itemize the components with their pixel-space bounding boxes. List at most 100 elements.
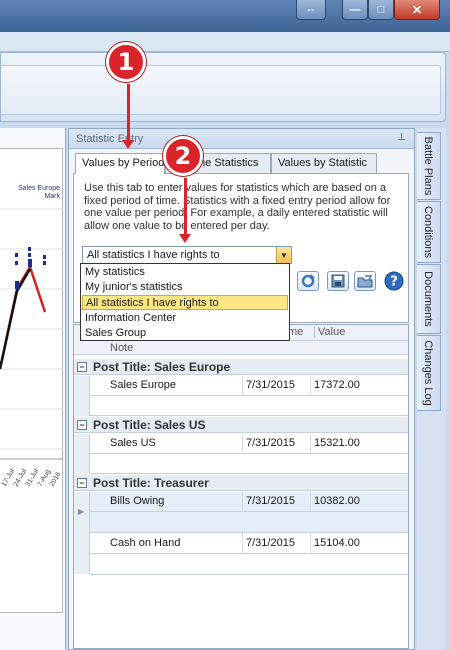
- chart-area: Sales Europe Mark 17-Jul 24-Jul 31-Jul 7: [0, 148, 63, 613]
- select-value: All statistics I have rights to: [87, 249, 220, 261]
- tab-values-by-statistic[interactable]: Values by Statistic: [271, 153, 377, 173]
- row-divider: [90, 532, 408, 533]
- callout-1: 1: [106, 42, 146, 82]
- tab-values-by-period[interactable]: Values by Period: [75, 153, 165, 174]
- chart-point: [43, 261, 46, 265]
- column-divider: [310, 492, 311, 512]
- callout-1-line: [127, 84, 130, 140]
- cell-date: 7/31/2015: [246, 537, 295, 549]
- option-my-statistics[interactable]: My statistics: [82, 265, 288, 280]
- resize-arrows-button[interactable]: ⇔: [296, 0, 326, 20]
- callout-2-arrow: [179, 234, 191, 243]
- chart-point: [28, 247, 31, 251]
- column-divider: [310, 376, 311, 396]
- row-divider: [90, 473, 408, 474]
- cell-statistic: Cash on Hand: [110, 537, 181, 549]
- chart-panel: Sales Europe Mark 17-Jul 24-Jul 31-Jul 7: [0, 128, 66, 650]
- chart-point: [28, 259, 32, 267]
- row-divider: [90, 553, 408, 554]
- ribbon-tab-strip: [0, 32, 450, 52]
- callout-2: 2: [163, 136, 203, 176]
- column-divider: [242, 434, 243, 454]
- cell-value[interactable]: 10382.00: [314, 495, 360, 507]
- collapse-icon[interactable]: −: [77, 420, 87, 430]
- group-header[interactable]: − Post Title: Sales Europe: [74, 359, 408, 375]
- row-divider: [90, 453, 408, 454]
- group-header[interactable]: − Post Title: Treasurer: [74, 475, 408, 491]
- column-header-value[interactable]: Value: [314, 326, 345, 338]
- save-icon: [331, 274, 345, 288]
- save-button[interactable]: [327, 271, 349, 291]
- chart-point: [28, 253, 31, 257]
- vtab-label: Changes Log: [422, 340, 434, 406]
- right-side-tabs: Battle Plans Conditions Documents Change…: [417, 128, 446, 650]
- row-divider: [90, 415, 408, 416]
- statistics-filter-select[interactable]: All statistics I have rights to ▼: [82, 246, 292, 264]
- option-juniors-statistics[interactable]: My junior's statistics: [82, 280, 288, 295]
- option-all-statistics[interactable]: All statistics I have rights to: [82, 295, 288, 310]
- vtab-changes-log[interactable]: Changes Log: [417, 335, 441, 411]
- panel-header: Statistic Entry ⊥: [69, 129, 414, 149]
- minimize-button[interactable]: —: [342, 0, 368, 20]
- vtab-conditions[interactable]: Conditions: [417, 201, 441, 263]
- values-grid: me Value Note − Post Title: Sales Europe…: [73, 324, 409, 649]
- chart-point: [15, 261, 18, 265]
- maximize-button[interactable]: □: [368, 0, 394, 20]
- chart-point: [15, 253, 18, 257]
- statistics-filter-dropdown: My statistics My junior's statistics All…: [80, 263, 290, 341]
- close-button[interactable]: ✕: [394, 0, 440, 20]
- column-divider: [242, 492, 243, 512]
- vtab-battle-plans[interactable]: Battle Plans: [417, 132, 441, 200]
- collapse-icon[interactable]: −: [77, 478, 87, 488]
- title-bar: ⇔ — □ ✕: [0, 0, 450, 32]
- group-title: Post Title: Treasurer: [93, 476, 209, 490]
- column-divider: [242, 376, 243, 396]
- help-icon: ?: [384, 271, 404, 291]
- vtab-label: Documents: [422, 271, 434, 327]
- folder-icon: [357, 275, 373, 288]
- row-selector[interactable]: [74, 434, 90, 474]
- column-divider: [310, 533, 311, 553]
- option-sales-group[interactable]: Sales Group: [82, 326, 288, 341]
- ribbon: [0, 52, 446, 122]
- chart-point: [15, 281, 19, 289]
- current-row-arrow-icon: ▶: [78, 507, 85, 516]
- column-header-note[interactable]: Note: [110, 342, 133, 354]
- refresh-icon: [301, 274, 315, 288]
- row-selector[interactable]: [74, 492, 90, 574]
- statistic-entry-panel: Statistic Entry ⊥ Values by Period me St…: [68, 128, 415, 650]
- chart-plot: 17-Jul 24-Jul 31-Jul 7-Aug 2016: [0, 208, 63, 488]
- cell-statistic: Bills Owing: [110, 495, 165, 507]
- option-information-center[interactable]: Information Center: [82, 311, 288, 326]
- chart-point: [43, 255, 46, 259]
- cell-statistic: Sales US: [110, 437, 156, 449]
- chevron-down-icon[interactable]: ▼: [276, 247, 291, 263]
- refresh-button[interactable]: [297, 271, 319, 291]
- tab-description: Use this tab to enter values for statist…: [84, 182, 391, 232]
- callout-1-arrow: [122, 140, 134, 149]
- group-header[interactable]: − Post Title: Sales US: [74, 417, 408, 433]
- cell-value[interactable]: 15104.00: [314, 537, 360, 549]
- row-divider: [90, 395, 408, 396]
- row-divider: [90, 574, 408, 575]
- cell-date: 7/31/2015: [246, 437, 295, 449]
- cell-statistic: Sales Europe: [110, 379, 177, 391]
- collapse-icon[interactable]: −: [77, 362, 87, 372]
- callout-2-line: [184, 178, 187, 234]
- pin-icon[interactable]: ⊥: [397, 132, 406, 143]
- cell-value[interactable]: 15321.00: [314, 437, 360, 449]
- help-glyph: ?: [390, 275, 398, 290]
- group-title: Post Title: Sales US: [93, 418, 206, 432]
- open-button[interactable]: [354, 271, 376, 291]
- vtab-documents[interactable]: Documents: [417, 264, 441, 334]
- row-selector[interactable]: [74, 376, 90, 416]
- row-divider: [90, 511, 408, 512]
- column-header-time[interactable]: me: [288, 326, 303, 338]
- column-divider: [242, 533, 243, 553]
- cell-value[interactable]: 17372.00: [314, 379, 360, 391]
- cell-date: 7/31/2015: [246, 495, 295, 507]
- group-title: Post Title: Sales Europe: [93, 360, 231, 374]
- ribbon-group: [1, 65, 441, 115]
- column-divider: [310, 434, 311, 454]
- help-button[interactable]: ?: [383, 271, 405, 291]
